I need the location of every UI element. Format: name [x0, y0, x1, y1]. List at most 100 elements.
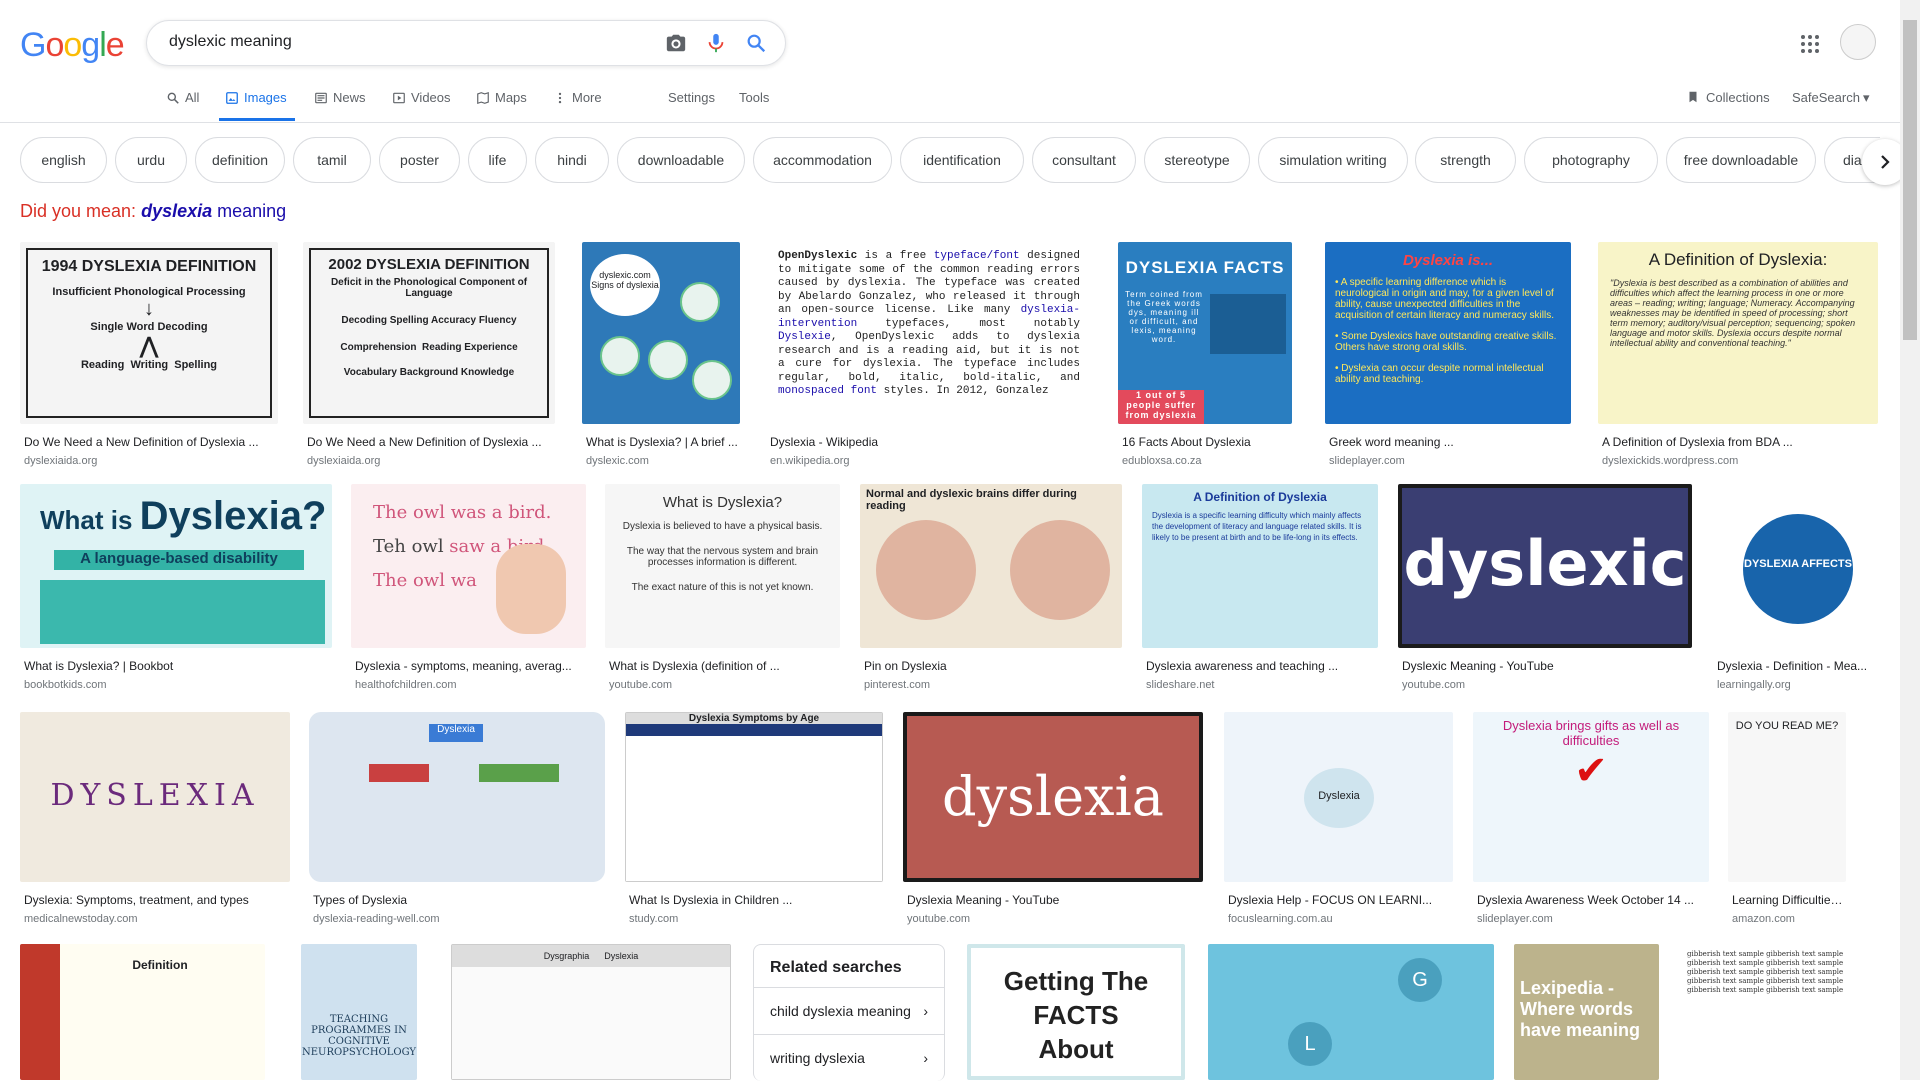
result-title[interactable]: Dyslexia - symptoms, meaning, averag...: [355, 659, 584, 673]
result-thumbnail[interactable]: GL: [1208, 944, 1494, 1080]
chip-stereotype[interactable]: stereotype: [1144, 137, 1250, 183]
result-source[interactable]: youtube.com: [609, 679, 838, 691]
result-title[interactable]: What is Dyslexia (definition of ...: [609, 659, 838, 673]
result-source[interactable]: pinterest.com: [864, 679, 1120, 691]
result-title[interactable]: Dyslexia - Definition - Mea...: [1717, 659, 1876, 673]
result-source[interactable]: dyslexiaida.org: [307, 455, 553, 467]
microphone-icon[interactable]: [705, 32, 727, 54]
result-thumbnail[interactable]: Dyslexia Symptoms by Age: [625, 712, 883, 882]
result-thumbnail[interactable]: What is Dyslexia? A language-based disabi…: [20, 484, 332, 648]
result-title[interactable]: 16 Facts About Dyslexia: [1122, 435, 1290, 449]
result-thumbnail[interactable]: 1994 DYSLEXIA DEFINITION Insufficient Pho…: [20, 242, 278, 424]
related-search-item[interactable]: writing dyslexia ›: [754, 1034, 944, 1081]
result-title[interactable]: Dyslexia: Symptoms, treatment, and types: [24, 893, 288, 907]
chip-simulation-writing[interactable]: simulation writing: [1258, 137, 1408, 183]
chip-definition[interactable]: definition: [195, 137, 285, 183]
result-source[interactable]: youtube.com: [907, 913, 1201, 925]
result-thumbnail[interactable]: DYSLEXIA: [20, 712, 290, 882]
result-title[interactable]: Dyslexia Awareness Week October 14 ...: [1477, 893, 1707, 907]
result-source[interactable]: amazon.com: [1732, 913, 1844, 925]
chip-consultant[interactable]: consultant: [1032, 137, 1136, 183]
result-thumbnail[interactable]: 2002 DYSLEXIA DEFINITION Deficit in the P…: [303, 242, 555, 424]
result-source[interactable]: slideplayer.com: [1477, 913, 1707, 925]
result-source[interactable]: focuslearning.com.au: [1228, 913, 1451, 925]
result-source[interactable]: youtube.com: [1402, 679, 1690, 691]
result-title[interactable]: Dyslexia Meaning - YouTube: [907, 893, 1201, 907]
safesearch-menu[interactable]: SafeSearch ▾: [1792, 90, 1869, 106]
result-title[interactable]: Do We Need a New Definition of Dyslexia …: [307, 435, 553, 449]
result-source[interactable]: medicalnewstoday.com: [24, 913, 288, 925]
result-thumbnail[interactable]: dyslexic: [1398, 484, 1692, 648]
result-thumbnail[interactable]: gibberish text sample gibberish text sam…: [1681, 944, 1881, 1080]
chip-english[interactable]: english: [20, 137, 107, 183]
chip-urdu[interactable]: urdu: [115, 137, 187, 183]
result-title[interactable]: Do We Need a New Definition of Dyslexia …: [24, 435, 276, 449]
tab-news[interactable]: News: [314, 90, 366, 120]
result-thumbnail[interactable]: TEACHING PROGRAMMES IN COGNITIVE NEUROPS…: [301, 944, 417, 1080]
result-thumbnail[interactable]: DYSLEXIA FACTS Term coined from the Greek…: [1118, 242, 1292, 424]
tab-more[interactable]: More: [553, 90, 602, 120]
result-title[interactable]: A Definition of Dyslexia from BDA ...: [1602, 435, 1876, 449]
result-source[interactable]: dyslexiaida.org: [24, 455, 276, 467]
result-title[interactable]: Pin on Dyslexia: [864, 659, 1120, 673]
settings-link[interactable]: Settings: [668, 90, 715, 105]
result-thumbnail[interactable]: What is Dyslexia? Dyslexia is believed to…: [605, 484, 840, 648]
result-thumbnail[interactable]: Dyslexia is... • A specific learning diff…: [1325, 242, 1571, 424]
result-thumbnail[interactable]: A Definition of Dyslexia Dyslexia is a sp…: [1142, 484, 1378, 648]
result-source[interactable]: en.wikipedia.org: [770, 455, 1090, 467]
chip-tamil[interactable]: tamil: [293, 137, 371, 183]
chip-downloadable[interactable]: downloadable: [617, 137, 745, 183]
result-title[interactable]: Dyslexia Help - FOCUS ON LEARNI...: [1228, 893, 1451, 907]
did-you-mean-link[interactable]: dyslexia meaning: [141, 201, 286, 221]
result-thumbnail[interactable]: DO YOU READ ME?: [1728, 712, 1846, 882]
result-title[interactable]: What is Dyslexia? | A brief ...: [586, 435, 738, 449]
result-thumbnail[interactable]: DYSLEXIA AFFECTS: [1713, 484, 1878, 648]
chip-accommodation[interactable]: accommodation: [753, 137, 892, 183]
chip-poster[interactable]: poster: [379, 137, 460, 183]
collections-link[interactable]: Collections: [1686, 90, 1770, 105]
result-source[interactable]: healthofchildren.com: [355, 679, 584, 691]
result-thumbnail[interactable]: Dysgraphia Dyslexia: [451, 944, 731, 1080]
scrollbar[interactable]: [1900, 0, 1920, 1080]
google-logo[interactable]: Google: [20, 26, 125, 65]
result-source[interactable]: edubloxsa.co.za: [1122, 455, 1290, 467]
result-title[interactable]: Types of Dyslexia: [313, 893, 603, 907]
chip-strength[interactable]: strength: [1415, 137, 1516, 183]
account-avatar[interactable]: [1840, 24, 1876, 60]
chip-identification[interactable]: identification: [900, 137, 1024, 183]
chip-hindi[interactable]: hindi: [535, 137, 609, 183]
result-thumbnail[interactable]: Dyslexia brings gifts as well as difficu…: [1473, 712, 1709, 882]
result-source[interactable]: slideplayer.com: [1329, 455, 1569, 467]
result-title[interactable]: Greek word meaning ...: [1329, 435, 1569, 449]
result-title[interactable]: Dyslexia - Wikipedia: [770, 435, 1090, 449]
result-thumbnail[interactable]: Dyslexia: [1224, 712, 1453, 882]
result-source[interactable]: dyslexia-reading-well.com: [313, 913, 603, 925]
scrollbar-thumb[interactable]: [1903, 20, 1917, 340]
chip-life[interactable]: life: [468, 137, 527, 183]
tab-all[interactable]: All: [166, 90, 199, 120]
result-source[interactable]: dyslexickids.wordpress.com: [1602, 455, 1876, 467]
result-title[interactable]: Learning Difficulties, Dy...: [1732, 893, 1844, 907]
result-thumbnail[interactable]: Normal and dyslexic brains differ during…: [860, 484, 1122, 648]
result-title[interactable]: What is Dyslexia? | Bookbot: [24, 659, 330, 673]
result-thumbnail[interactable]: A Definition of Dyslexia: "Dyslexia is be…: [1598, 242, 1878, 424]
chip-free-downloadable[interactable]: free downloadable: [1666, 137, 1816, 183]
tab-maps[interactable]: Maps: [476, 90, 527, 120]
result-title[interactable]: Dyslexia awareness and teaching ...: [1146, 659, 1376, 673]
result-thumbnail[interactable]: dyslexia: [903, 712, 1203, 882]
search-input[interactable]: [167, 32, 631, 52]
tab-images[interactable]: Images: [219, 90, 295, 121]
result-source[interactable]: learningally.org: [1717, 679, 1876, 691]
result-thumbnail[interactable]: Lexipedia - Where words have meaning: [1514, 944, 1659, 1080]
tools-link[interactable]: Tools: [739, 90, 769, 105]
apps-grid-icon[interactable]: [1798, 32, 1822, 56]
result-title[interactable]: Dyslexic Meaning - YouTube: [1402, 659, 1690, 673]
result-thumbnail[interactable]: dyslexic.com Signs of dyslexia: [582, 242, 740, 424]
result-thumbnail[interactable]: OpenDyslexic is a free typeface/font des…: [766, 242, 1092, 424]
camera-icon[interactable]: [665, 32, 687, 54]
result-thumbnail[interactable]: Getting The FACTS About: [967, 944, 1185, 1080]
search-box[interactable]: [146, 20, 786, 66]
result-source[interactable]: study.com: [629, 913, 881, 925]
result-thumbnail[interactable]: Dyslexia: [309, 712, 605, 882]
result-thumbnail[interactable]: Definition: [20, 944, 265, 1080]
